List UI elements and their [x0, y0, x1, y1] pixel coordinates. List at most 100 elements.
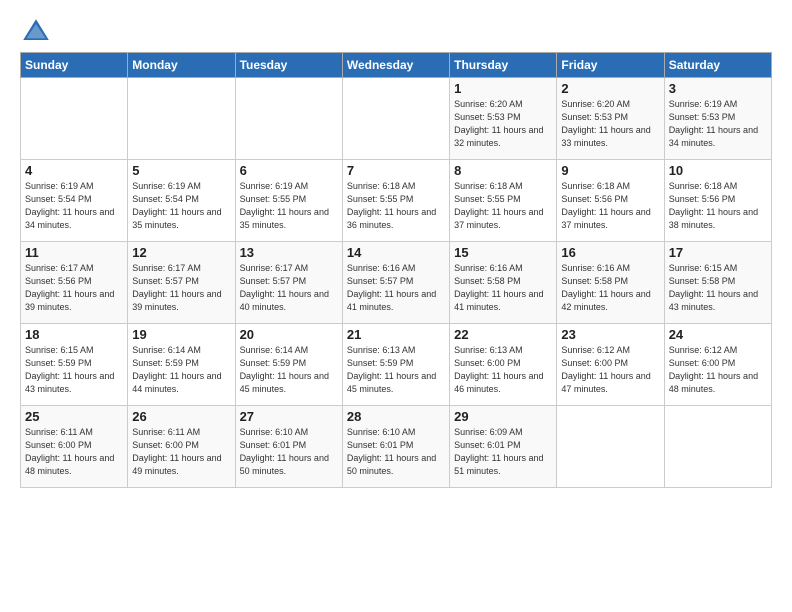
- day-info: Sunrise: 6:12 AMSunset: 6:00 PMDaylight:…: [669, 344, 767, 396]
- calendar-cell: 14 Sunrise: 6:16 AMSunset: 5:57 PMDaylig…: [342, 242, 449, 324]
- day-info: Sunrise: 6:13 AMSunset: 6:00 PMDaylight:…: [454, 344, 552, 396]
- day-number: 22: [454, 327, 552, 342]
- day-number: 13: [240, 245, 338, 260]
- day-info: Sunrise: 6:17 AMSunset: 5:57 PMDaylight:…: [132, 262, 230, 314]
- calendar-cell: 25 Sunrise: 6:11 AMSunset: 6:00 PMDaylig…: [21, 406, 128, 488]
- calendar-cell: 27 Sunrise: 6:10 AMSunset: 6:01 PMDaylig…: [235, 406, 342, 488]
- day-number: 23: [561, 327, 659, 342]
- day-info: Sunrise: 6:17 AMSunset: 5:57 PMDaylight:…: [240, 262, 338, 314]
- day-info: Sunrise: 6:10 AMSunset: 6:01 PMDaylight:…: [240, 426, 338, 478]
- day-info: Sunrise: 6:16 AMSunset: 5:58 PMDaylight:…: [561, 262, 659, 314]
- day-number: 3: [669, 81, 767, 96]
- column-header-saturday: Saturday: [664, 53, 771, 78]
- calendar-cell: 3 Sunrise: 6:19 AMSunset: 5:53 PMDayligh…: [664, 78, 771, 160]
- day-info: Sunrise: 6:18 AMSunset: 5:55 PMDaylight:…: [454, 180, 552, 232]
- day-info: Sunrise: 6:19 AMSunset: 5:53 PMDaylight:…: [669, 98, 767, 150]
- day-number: 25: [25, 409, 123, 424]
- day-number: 2: [561, 81, 659, 96]
- calendar-cell: [557, 406, 664, 488]
- calendar-cell: 15 Sunrise: 6:16 AMSunset: 5:58 PMDaylig…: [450, 242, 557, 324]
- calendar-cell: 29 Sunrise: 6:09 AMSunset: 6:01 PMDaylig…: [450, 406, 557, 488]
- day-number: 20: [240, 327, 338, 342]
- calendar-week-row: 1 Sunrise: 6:20 AMSunset: 5:53 PMDayligh…: [21, 78, 772, 160]
- day-info: Sunrise: 6:17 AMSunset: 5:56 PMDaylight:…: [25, 262, 123, 314]
- day-info: Sunrise: 6:19 AMSunset: 5:54 PMDaylight:…: [132, 180, 230, 232]
- logo-icon: [20, 16, 52, 48]
- calendar-cell: 5 Sunrise: 6:19 AMSunset: 5:54 PMDayligh…: [128, 160, 235, 242]
- day-number: 29: [454, 409, 552, 424]
- header: [20, 16, 772, 48]
- calendar-cell: 23 Sunrise: 6:12 AMSunset: 6:00 PMDaylig…: [557, 324, 664, 406]
- calendar-cell: 8 Sunrise: 6:18 AMSunset: 5:55 PMDayligh…: [450, 160, 557, 242]
- day-number: 15: [454, 245, 552, 260]
- day-info: Sunrise: 6:19 AMSunset: 5:55 PMDaylight:…: [240, 180, 338, 232]
- calendar-header-row: SundayMondayTuesdayWednesdayThursdayFrid…: [21, 53, 772, 78]
- column-header-wednesday: Wednesday: [342, 53, 449, 78]
- calendar-week-row: 4 Sunrise: 6:19 AMSunset: 5:54 PMDayligh…: [21, 160, 772, 242]
- calendar-cell: 26 Sunrise: 6:11 AMSunset: 6:00 PMDaylig…: [128, 406, 235, 488]
- calendar-cell: 22 Sunrise: 6:13 AMSunset: 6:00 PMDaylig…: [450, 324, 557, 406]
- day-number: 27: [240, 409, 338, 424]
- day-info: Sunrise: 6:18 AMSunset: 5:55 PMDaylight:…: [347, 180, 445, 232]
- calendar-week-row: 18 Sunrise: 6:15 AMSunset: 5:59 PMDaylig…: [21, 324, 772, 406]
- calendar-cell: 16 Sunrise: 6:16 AMSunset: 5:58 PMDaylig…: [557, 242, 664, 324]
- day-info: Sunrise: 6:11 AMSunset: 6:00 PMDaylight:…: [25, 426, 123, 478]
- day-number: 5: [132, 163, 230, 178]
- calendar-cell: 9 Sunrise: 6:18 AMSunset: 5:56 PMDayligh…: [557, 160, 664, 242]
- calendar-cell: 10 Sunrise: 6:18 AMSunset: 5:56 PMDaylig…: [664, 160, 771, 242]
- calendar-cell: 2 Sunrise: 6:20 AMSunset: 5:53 PMDayligh…: [557, 78, 664, 160]
- day-info: Sunrise: 6:18 AMSunset: 5:56 PMDaylight:…: [669, 180, 767, 232]
- calendar-cell: [342, 78, 449, 160]
- day-number: 8: [454, 163, 552, 178]
- column-header-friday: Friday: [557, 53, 664, 78]
- calendar-cell: 6 Sunrise: 6:19 AMSunset: 5:55 PMDayligh…: [235, 160, 342, 242]
- day-info: Sunrise: 6:18 AMSunset: 5:56 PMDaylight:…: [561, 180, 659, 232]
- calendar-cell: [235, 78, 342, 160]
- calendar-cell: 24 Sunrise: 6:12 AMSunset: 6:00 PMDaylig…: [664, 324, 771, 406]
- calendar-cell: 20 Sunrise: 6:14 AMSunset: 5:59 PMDaylig…: [235, 324, 342, 406]
- calendar-cell: 28 Sunrise: 6:10 AMSunset: 6:01 PMDaylig…: [342, 406, 449, 488]
- page-container: SundayMondayTuesdayWednesdayThursdayFrid…: [0, 0, 792, 498]
- day-number: 1: [454, 81, 552, 96]
- calendar-cell: 13 Sunrise: 6:17 AMSunset: 5:57 PMDaylig…: [235, 242, 342, 324]
- day-number: 16: [561, 245, 659, 260]
- calendar-cell: 4 Sunrise: 6:19 AMSunset: 5:54 PMDayligh…: [21, 160, 128, 242]
- calendar-cell: [21, 78, 128, 160]
- column-header-sunday: Sunday: [21, 53, 128, 78]
- calendar-cell: 1 Sunrise: 6:20 AMSunset: 5:53 PMDayligh…: [450, 78, 557, 160]
- calendar-cell: 19 Sunrise: 6:14 AMSunset: 5:59 PMDaylig…: [128, 324, 235, 406]
- day-info: Sunrise: 6:15 AMSunset: 5:59 PMDaylight:…: [25, 344, 123, 396]
- day-info: Sunrise: 6:19 AMSunset: 5:54 PMDaylight:…: [25, 180, 123, 232]
- day-number: 14: [347, 245, 445, 260]
- day-info: Sunrise: 6:11 AMSunset: 6:00 PMDaylight:…: [132, 426, 230, 478]
- calendar-cell: 12 Sunrise: 6:17 AMSunset: 5:57 PMDaylig…: [128, 242, 235, 324]
- day-number: 19: [132, 327, 230, 342]
- calendar-cell: 18 Sunrise: 6:15 AMSunset: 5:59 PMDaylig…: [21, 324, 128, 406]
- day-number: 6: [240, 163, 338, 178]
- calendar-cell: 17 Sunrise: 6:15 AMSunset: 5:58 PMDaylig…: [664, 242, 771, 324]
- day-info: Sunrise: 6:09 AMSunset: 6:01 PMDaylight:…: [454, 426, 552, 478]
- day-number: 24: [669, 327, 767, 342]
- day-number: 4: [25, 163, 123, 178]
- day-info: Sunrise: 6:13 AMSunset: 5:59 PMDaylight:…: [347, 344, 445, 396]
- day-number: 26: [132, 409, 230, 424]
- day-info: Sunrise: 6:12 AMSunset: 6:00 PMDaylight:…: [561, 344, 659, 396]
- column-header-monday: Monday: [128, 53, 235, 78]
- day-number: 10: [669, 163, 767, 178]
- day-number: 21: [347, 327, 445, 342]
- day-number: 17: [669, 245, 767, 260]
- day-info: Sunrise: 6:10 AMSunset: 6:01 PMDaylight:…: [347, 426, 445, 478]
- calendar-table: SundayMondayTuesdayWednesdayThursdayFrid…: [20, 52, 772, 488]
- day-number: 12: [132, 245, 230, 260]
- day-number: 11: [25, 245, 123, 260]
- day-info: Sunrise: 6:20 AMSunset: 5:53 PMDaylight:…: [561, 98, 659, 150]
- day-info: Sunrise: 6:14 AMSunset: 5:59 PMDaylight:…: [132, 344, 230, 396]
- day-info: Sunrise: 6:20 AMSunset: 5:53 PMDaylight:…: [454, 98, 552, 150]
- day-info: Sunrise: 6:16 AMSunset: 5:57 PMDaylight:…: [347, 262, 445, 314]
- calendar-week-row: 11 Sunrise: 6:17 AMSunset: 5:56 PMDaylig…: [21, 242, 772, 324]
- day-info: Sunrise: 6:16 AMSunset: 5:58 PMDaylight:…: [454, 262, 552, 314]
- day-info: Sunrise: 6:15 AMSunset: 5:58 PMDaylight:…: [669, 262, 767, 314]
- calendar-cell: [664, 406, 771, 488]
- day-number: 18: [25, 327, 123, 342]
- calendar-week-row: 25 Sunrise: 6:11 AMSunset: 6:00 PMDaylig…: [21, 406, 772, 488]
